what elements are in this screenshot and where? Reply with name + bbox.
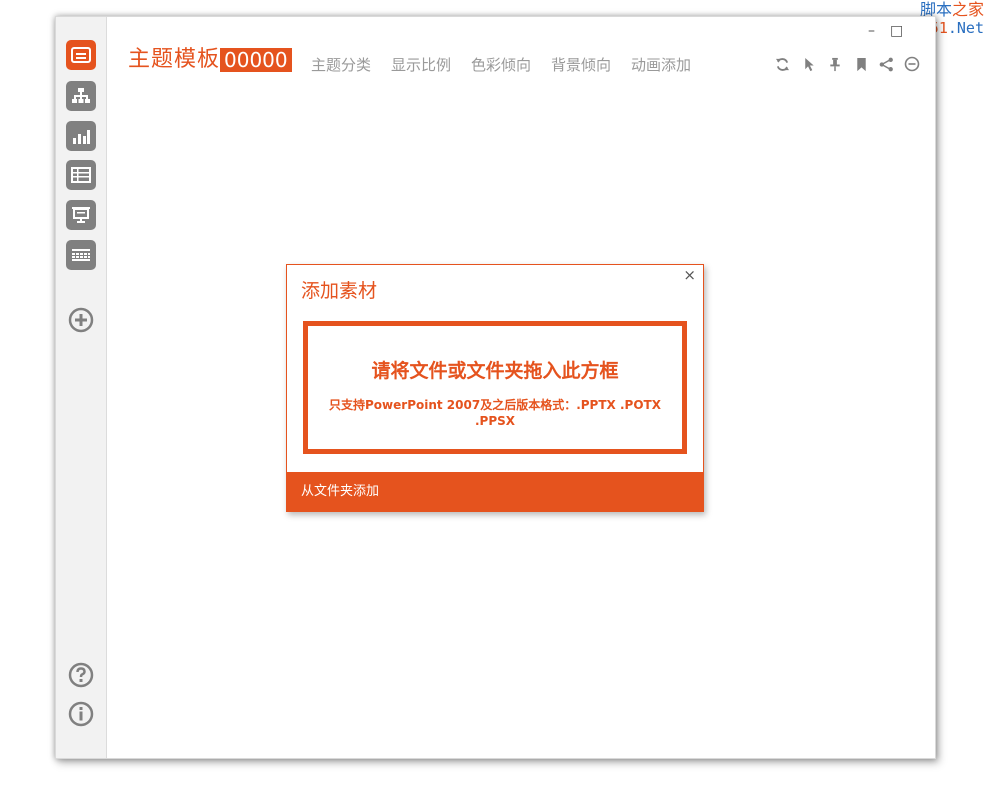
tab-theme-category[interactable]: 主题分类 (311, 55, 371, 75)
dialog-title: 添加素材 (301, 280, 378, 302)
sidebar-info-button[interactable] (67, 700, 95, 728)
org-chart-icon (72, 88, 90, 103)
bookmark-button[interactable] (853, 56, 869, 72)
refresh-icon (775, 57, 789, 71)
share-button[interactable] (878, 56, 894, 72)
sidebar-item-chart[interactable] (66, 121, 96, 151)
add-from-folder-button[interactable]: 从文件夹添加 (301, 483, 379, 501)
table-icon (71, 167, 91, 183)
dropzone-format-note: 只支持PowerPoint 2007及之后版本格式：.PPTX .POTX .P… (329, 398, 661, 428)
sidebar-item-presentation[interactable] (66, 200, 96, 230)
keyboard-icon (72, 249, 90, 261)
share-icon (879, 57, 893, 71)
sidebar-add-button[interactable] (67, 306, 95, 334)
watermark-text-d: .Net (947, 19, 984, 37)
dialog-footer: 从文件夹添加 (286, 472, 704, 512)
pin-button[interactable] (827, 56, 843, 72)
tab-background-tendency[interactable]: 背景倾向 (551, 55, 611, 75)
tab-display-ratio[interactable]: 显示比例 (391, 55, 451, 75)
sidebar-help-button[interactable] (67, 661, 95, 689)
pin-icon (830, 57, 840, 71)
close-icon[interactable]: × (683, 267, 696, 283)
template-icon (71, 47, 91, 63)
add-circle-icon (68, 307, 94, 333)
page-title: 主题模板 (128, 47, 221, 72)
sidebar (56, 17, 107, 758)
template-code-badge: 00000 (220, 48, 292, 72)
sidebar-item-keyboard[interactable] (66, 240, 96, 270)
tab-color-tendency[interactable]: 色彩倾向 (471, 55, 531, 75)
presentation-icon (72, 207, 90, 223)
refresh-button[interactable] (774, 56, 790, 72)
sidebar-item-structure[interactable] (66, 81, 96, 111)
sidebar-item-table[interactable] (66, 160, 96, 190)
help-circle-icon (68, 662, 94, 688)
dropzone-instruction: 请将文件或文件夹拖入此方框 (371, 360, 619, 382)
watermark-text-b: 之家 (951, 0, 984, 19)
pointer-button[interactable] (801, 56, 817, 72)
sidebar-item-template[interactable] (66, 40, 96, 70)
minus-circle-icon (904, 56, 920, 72)
info-circle-icon (68, 701, 94, 727)
collapse-button[interactable] (904, 56, 920, 72)
pointer-icon (805, 57, 814, 71)
maximize-button[interactable]: □ (890, 24, 903, 38)
file-dropzone[interactable]: 请将文件或文件夹拖入此方框 只支持PowerPoint 2007及之后版本格式：… (303, 321, 687, 454)
tab-animation-add[interactable]: 动画添加 (631, 55, 691, 75)
add-material-dialog: 添加素材 × 请将文件或文件夹拖入此方框 只支持PowerPoint 2007及… (286, 264, 704, 512)
bar-chart-icon (73, 130, 90, 144)
minimize-button[interactable]: – (868, 24, 875, 38)
bookmark-icon (856, 57, 866, 71)
